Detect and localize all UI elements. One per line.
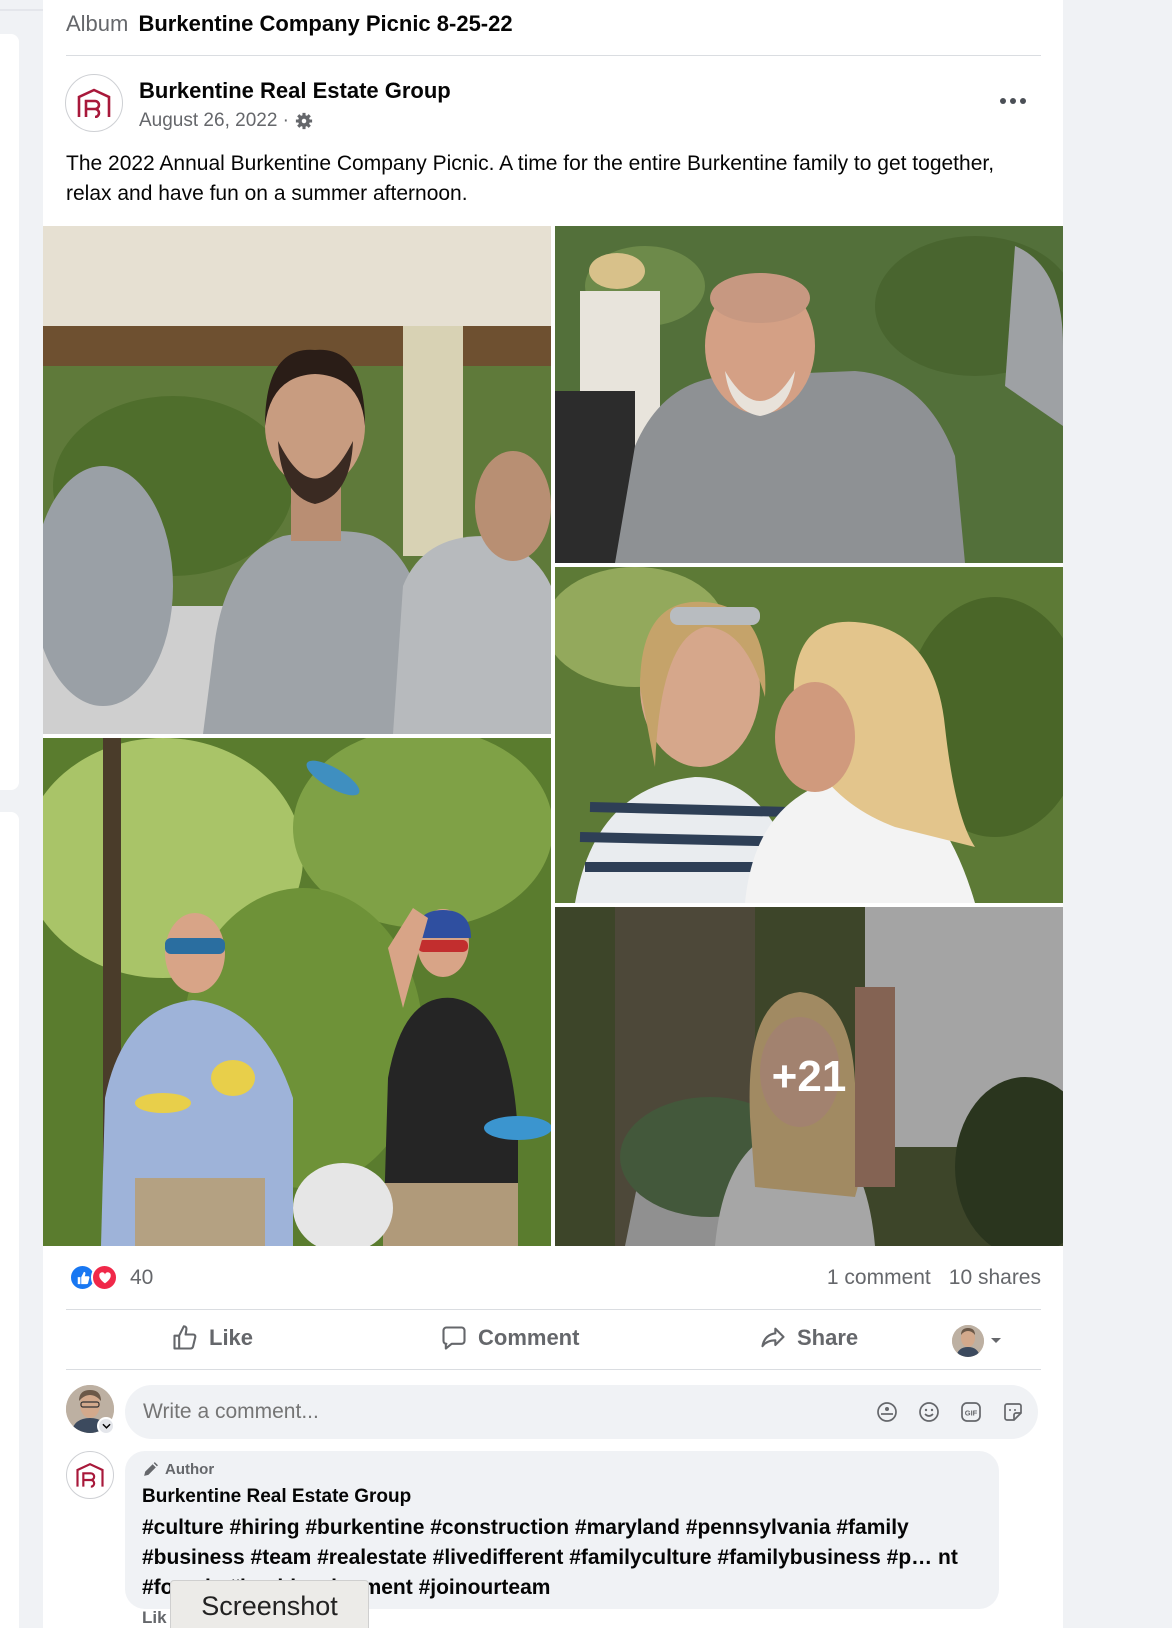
- like-label: Like: [209, 1325, 254, 1350]
- more-photos-overlay[interactable]: +21: [555, 907, 1063, 1246]
- photo-two-women: [555, 567, 1063, 903]
- comment-label: Comment: [478, 1325, 580, 1350]
- comment-author-link[interactable]: Burkentine Real Estate Group: [142, 1486, 411, 1508]
- screenshot-tooltip: Screenshot: [170, 1580, 369, 1628]
- svg-text:GIF: GIF: [964, 1408, 977, 1417]
- share-arrow-icon: [761, 1327, 785, 1348]
- photo-smiling-man: [43, 226, 551, 734]
- photo-cornhole-players: [43, 738, 551, 1246]
- comment-button[interactable]: Comment: [440, 1324, 579, 1352]
- comment-author-avatar[interactable]: [66, 1451, 114, 1499]
- post-date[interactable]: August 26, 2022 ·: [139, 110, 313, 132]
- reactions-summary: 40 1 comment 10 shares: [66, 1262, 1041, 1298]
- emoji-icon[interactable]: [915, 1398, 942, 1425]
- gif-icon[interactable]: GIF: [957, 1398, 984, 1425]
- divider: [66, 1369, 1041, 1370]
- photo-tile-4[interactable]: [43, 738, 551, 1246]
- pencil-icon: [144, 1462, 158, 1476]
- album-label: Album: [66, 11, 129, 36]
- post-date-text: August 26, 2022 ·: [139, 110, 289, 131]
- love-reaction-icon: [91, 1264, 118, 1291]
- comment-count-link[interactable]: 1 comment: [827, 1266, 931, 1290]
- photo-tile-3[interactable]: [555, 567, 1063, 903]
- share-count-link[interactable]: 10 shares: [949, 1266, 1041, 1290]
- divider: [66, 55, 1041, 56]
- comment-like-link[interactable]: Lik: [142, 1608, 167, 1628]
- right-background: [1063, 0, 1172, 1628]
- album-name-link[interactable]: Burkentine Company Picnic 8-25-22: [138, 11, 512, 36]
- share-button[interactable]: Share: [759, 1324, 858, 1352]
- speech-bubble-icon: [442, 1326, 466, 1350]
- post-author-link[interactable]: Burkentine Real Estate Group: [139, 78, 451, 104]
- post-description: The 2022 Annual Burkentine Company Picni…: [66, 152, 995, 205]
- like-button[interactable]: Like: [171, 1324, 253, 1352]
- user-avatar: [952, 1325, 984, 1357]
- photo-tile-2[interactable]: [555, 226, 1063, 563]
- divider: [66, 1309, 1041, 1310]
- thumbs-up-icon: [173, 1325, 197, 1350]
- share-label: Share: [797, 1325, 859, 1350]
- account-switch-caret[interactable]: [97, 1417, 115, 1435]
- photo-laughing-man: [555, 226, 1063, 563]
- photo-tile-5[interactable]: +21: [555, 907, 1063, 1246]
- caret-down-icon: [991, 1338, 1001, 1343]
- gear-icon: [295, 112, 313, 130]
- reaction-icons[interactable]: [69, 1264, 118, 1291]
- comment-input[interactable]: [143, 1397, 823, 1427]
- left-sidebar-card: [0, 34, 19, 790]
- author-badge: Author: [142, 1461, 214, 1478]
- burkentine-logo-icon: [77, 88, 111, 118]
- chevron-down-icon: [101, 1423, 111, 1429]
- burkentine-logo-icon: [76, 1462, 104, 1488]
- reaction-count[interactable]: 40: [130, 1266, 153, 1290]
- author-badge-label: Author: [165, 1461, 215, 1478]
- page-avatar[interactable]: [65, 74, 123, 132]
- photo-tile-1[interactable]: [43, 226, 551, 734]
- comment-as-selector[interactable]: [952, 1325, 1002, 1357]
- post-stats: 1 comment 10 shares: [827, 1266, 1041, 1290]
- comment-composer: GIF: [125, 1385, 1038, 1439]
- sticker-icon[interactable]: [999, 1398, 1026, 1425]
- avatar-sticker-icon[interactable]: [873, 1398, 900, 1425]
- album-header: Album Burkentine Company Picnic 8-25-22: [66, 11, 513, 37]
- left-sidebar-card: [0, 812, 19, 1628]
- post-card: Album Burkentine Company Picnic 8-25-22 …: [43, 0, 1063, 1628]
- more-options-button[interactable]: [993, 86, 1033, 116]
- composer-tools: GIF: [873, 1398, 1026, 1425]
